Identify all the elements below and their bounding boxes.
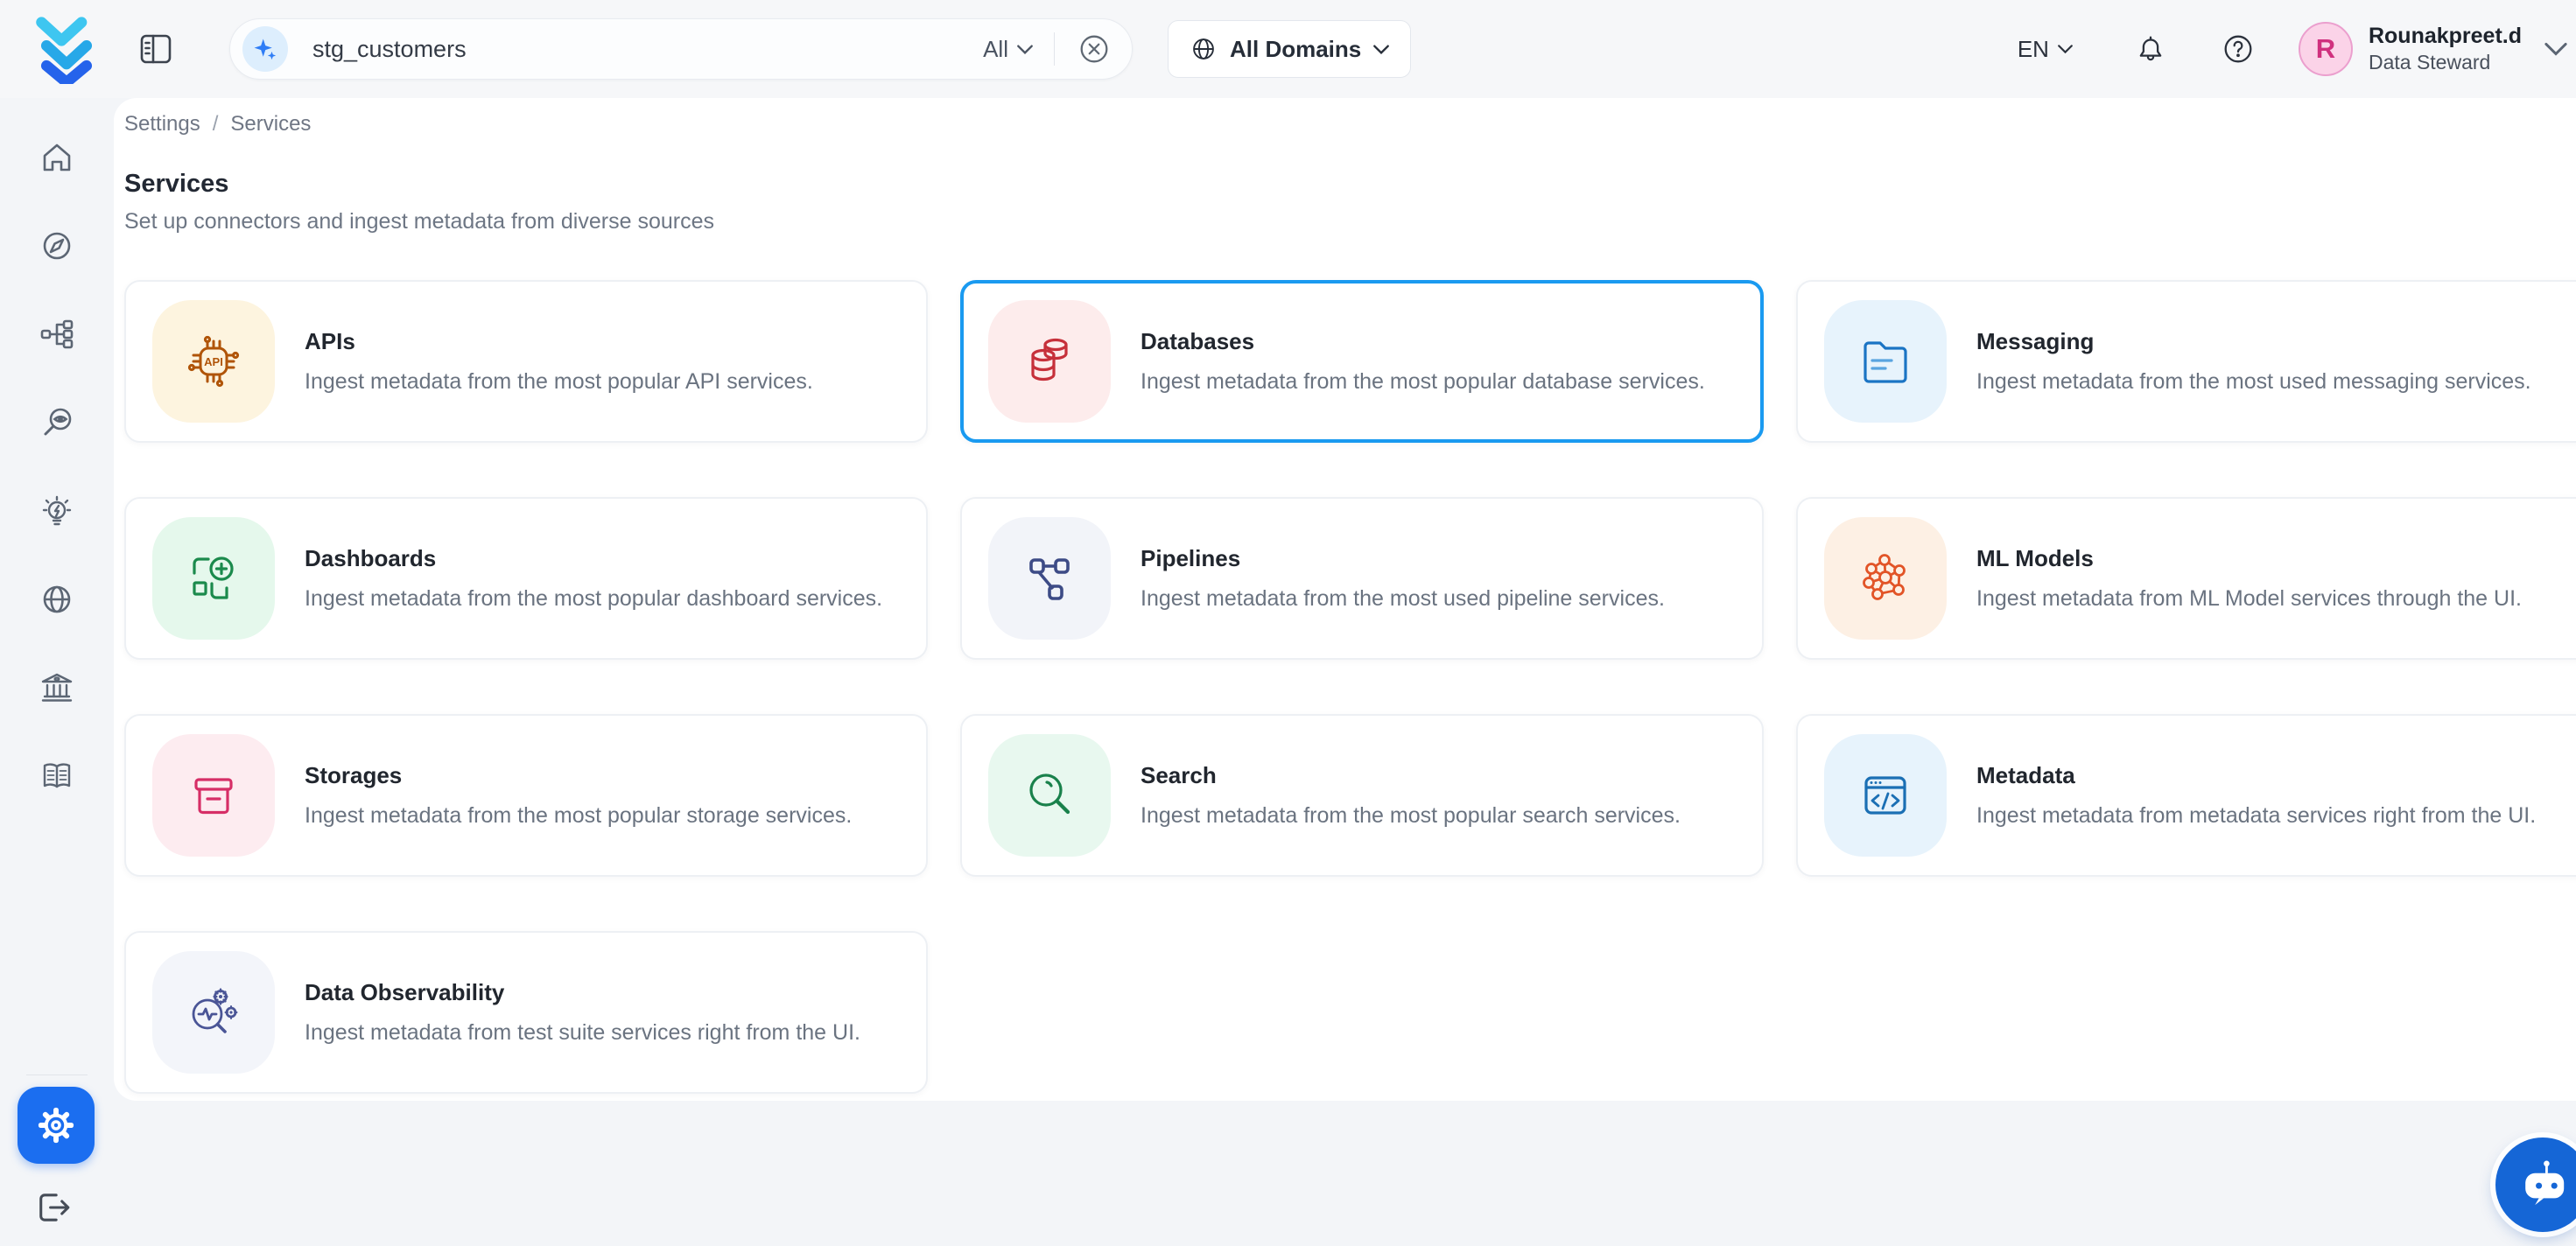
sidebar-toggle-icon[interactable] [137,30,175,68]
gear-icon [33,1102,79,1148]
sidebar-item-domains[interactable] [0,575,114,624]
service-card-title: Search [1141,762,1681,789]
search-scope-dropdown[interactable]: All [983,36,1033,63]
sidebar-item-learn[interactable] [0,752,114,801]
avatar-initial: R [2316,33,2335,65]
api-chip-icon: API [152,300,275,423]
page-subtitle: Set up connectors and ingest metadata fr… [124,209,2576,234]
service-card-title: Metadata [1976,762,2536,789]
sidebar-item-explore[interactable] [0,221,114,270]
service-card-databases[interactable]: Databases Ingest metadata from the most … [960,280,1764,443]
service-card-description: Ingest metadata from the most used pipel… [1141,586,1665,612]
chatbot-button[interactable] [2495,1138,2576,1232]
user-name: Rounakpreet.d [2369,23,2522,50]
sidebar-item-observability[interactable] [0,398,114,447]
main-content-panel: Settings / Services Services Set up conn… [114,98,2576,1101]
clear-search-icon[interactable] [1076,31,1113,67]
left-nav-rail [0,98,114,1246]
chevron-down-icon [2058,45,2073,53]
magnifier-gears-icon [152,951,275,1074]
robot-icon [2514,1156,2572,1214]
sidebar-item-governance[interactable] [0,663,114,712]
settings-button-active[interactable] [18,1087,95,1164]
compass-icon [38,227,76,265]
services-grid: API APIs Ingest metadata from the most p… [124,280,2576,1094]
flow-diagram-icon [38,315,76,354]
logout-icon[interactable] [33,1186,75,1228]
service-card-search[interactable]: Search Ingest metadata from the most pop… [960,714,1764,877]
language-label: EN [2018,36,2049,63]
domains-label: All Domains [1230,36,1361,63]
service-card-description: Ingest metadata from the most popular da… [1141,369,1705,395]
service-card-title: Databases [1141,328,1705,355]
folder-lines-icon [1824,300,1947,423]
service-card-title: Data Observability [305,979,860,1006]
app-logo[interactable] [35,14,98,84]
divider [1054,32,1055,66]
service-card-ml-models[interactable]: ML Models Ingest metadata from ML Model … [1796,497,2576,660]
service-card-description: Ingest metadata from the most popular da… [305,586,882,612]
domains-dropdown[interactable]: All Domains [1168,20,1411,78]
ai-sparkle-icon [242,26,288,72]
service-card-description: Ingest metadata from test suite services… [305,1020,860,1046]
top-right-cluster: EN R Rounakpreet.d Data Steward [2018,22,2567,76]
service-card-title: Dashboards [305,545,882,572]
service-card-messaging[interactable]: Messaging Ingest metadata from the most … [1796,280,2576,443]
neural-network-icon [1824,517,1947,640]
search-input[interactable] [312,36,983,63]
sidebar-item-lineage[interactable] [0,310,114,359]
divider [26,1074,88,1075]
user-menu[interactable]: R Rounakpreet.d Data Steward [2299,22,2567,76]
globe-icon [1190,35,1218,63]
svg-text:API: API [204,355,223,368]
chevron-down-icon [1373,45,1389,54]
magnifier-icon [988,734,1111,857]
service-card-storages[interactable]: Storages Ingest metadata from the most p… [124,714,928,877]
avatar: R [2299,22,2353,76]
chevron-down-icon [1017,45,1033,54]
breadcrumb-separator: / [213,112,219,136]
breadcrumb-services: Services [230,112,311,136]
breadcrumb: Settings / Services [124,112,2576,136]
sidebar-item-home[interactable] [0,133,114,182]
user-role: Data Steward [2369,50,2522,75]
home-icon [38,138,76,177]
service-card-description: Ingest metadata from the most popular se… [1141,803,1681,829]
service-card-apis[interactable]: API APIs Ingest metadata from the most p… [124,280,928,443]
lightbulb-icon [38,492,76,530]
service-card-data-observability[interactable]: Data Observability Ingest metadata from … [124,931,928,1094]
service-card-title: ML Models [1976,545,2522,572]
database-cylinders-icon [988,300,1111,423]
page-title: Services [124,170,2576,199]
help-icon[interactable] [2220,31,2257,67]
service-card-description: Ingest metadata from the most used messa… [1976,369,2531,395]
bank-icon [38,668,76,707]
service-card-title: APIs [305,328,813,355]
notifications-bell-icon[interactable] [2132,31,2169,67]
global-search-bar[interactable]: All [229,18,1133,80]
breadcrumb-settings[interactable]: Settings [124,112,200,136]
dashboard-widgets-icon [152,517,275,640]
service-card-description: Ingest metadata from metadata services r… [1976,803,2536,829]
top-bar: All All Domains EN [0,0,2576,98]
sidebar-item-insights[interactable] [0,486,114,536]
service-card-metadata[interactable]: Metadata Ingest metadata from metadata s… [1796,714,2576,877]
service-card-pipelines[interactable]: Pipelines Ingest metadata from the most … [960,497,1764,660]
storage-box-icon [152,734,275,857]
chevron-down-icon [2544,42,2567,56]
language-selector[interactable]: EN [2018,36,2073,63]
service-card-title: Storages [305,762,852,789]
open-book-icon [38,757,76,795]
service-card-dashboards[interactable]: Dashboards Ingest metadata from the most… [124,497,928,660]
service-card-title: Pipelines [1141,545,1665,572]
service-card-description: Ingest metadata from the most popular st… [305,803,852,829]
search-scope-label: All [983,36,1008,63]
service-card-title: Messaging [1976,328,2531,355]
node-graph-icon [988,517,1111,640]
service-card-description: Ingest metadata from the most popular AP… [305,369,813,395]
service-card-description: Ingest metadata from ML Model services t… [1976,586,2522,612]
code-window-icon [1824,734,1947,857]
magnifier-eye-icon [38,403,76,442]
globe-icon [38,580,76,619]
